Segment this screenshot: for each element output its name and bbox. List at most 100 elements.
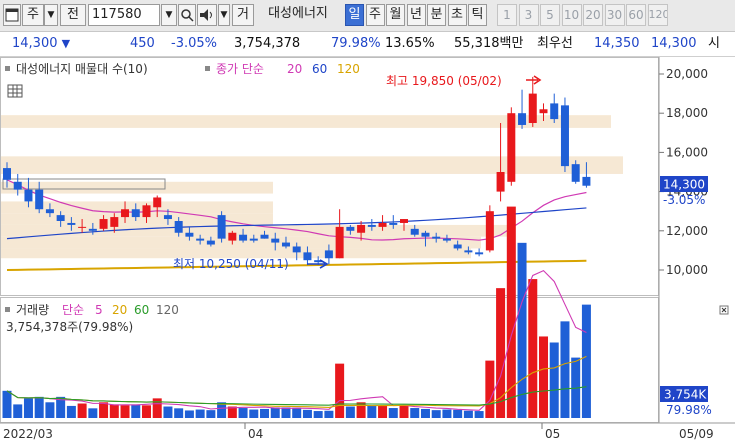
volume-bar [45,402,55,418]
x-tick-label: 05 [545,427,560,440]
volume-ma-60-label: 60 [134,303,149,317]
volume-bar [270,407,280,418]
volume-bar [2,390,12,418]
volume-bar [195,409,205,418]
candle-body [13,181,22,190]
volume-bar [420,408,430,418]
volume-bar [141,405,151,418]
volume-bar [463,410,473,418]
candle-body [99,219,108,229]
candle-body [88,228,97,231]
volume-bar [345,406,355,418]
window-icon[interactable] [3,4,21,26]
speaker-chevron-icon[interactable]: ▼ [218,4,230,26]
volume-value: 3,754,378 [234,36,301,51]
stock-code-input[interactable]: 117580 [88,4,160,26]
volume-bar [367,405,377,418]
x-tick-label: 05/09 [679,427,714,440]
tick-count-30[interactable]: 30 [604,4,625,26]
period-tab-3[interactable]: 년 [406,4,426,26]
candle-body [121,209,130,218]
window-shape [5,8,19,22]
tick-count-60[interactable]: 60 [626,4,646,26]
candle-body [539,109,548,114]
tick-count-20[interactable]: 20 [583,4,603,26]
code-dropdown-icon[interactable]: ▼ [161,4,177,26]
period-tab-2[interactable]: 월 [386,4,405,26]
candle-body [110,217,119,227]
candle-body [410,228,419,235]
period-tab-0[interactable]: 일 [345,4,364,26]
price-value: 14,300 [12,36,58,51]
volume-bar [378,405,388,418]
volume-bar [560,321,570,418]
search-icon[interactable] [178,4,196,26]
x-tick-label: 2022/03 [3,427,53,440]
mode-button[interactable]: 거 [232,4,254,26]
volume-bar [356,402,366,418]
quote-bar: 14,300 ▼ 450 -3.05% 3,754,378 79.98% 13.… [0,32,735,57]
volume-bar [99,402,109,418]
ma-120-label: 120 [337,62,360,76]
volume-profile-band [1,224,511,237]
volume-panel-title: 거래량 [16,303,49,317]
tick-count-5[interactable]: 5 [540,4,560,26]
period-tab-6[interactable]: 틱 [468,4,487,26]
volume-bar [77,403,87,418]
volume-bar [88,408,98,418]
period-tab-5[interactable]: 초 [447,4,467,26]
turnover-rate: 13.65% [385,36,435,51]
candle-body [528,93,537,123]
candle-body [560,105,569,167]
speaker-icon[interactable] [197,4,217,26]
volume-bar [249,409,259,418]
candle-body [453,244,462,249]
candle-body [496,172,505,192]
volume-ma-5-label: 5 [95,303,103,317]
candle-body [67,222,76,225]
volume-bar [174,408,184,418]
panel-bullet-icon [5,66,10,71]
price-change: 450 [130,36,155,51]
candle-body [271,238,280,243]
stock-chart[interactable]: 20,00018,00016,00014,00012,00010,000 20,… [0,57,735,440]
price-tag-value: 14,300 [663,178,705,192]
volume-bar [302,409,312,418]
tick-count-10[interactable]: 10 [561,4,582,26]
volume-bar [13,404,23,418]
volume-bar [66,405,76,418]
ma-60-label: 60 [312,62,327,76]
tick-count-1[interactable]: 1 [497,4,517,26]
magnifier-shape [181,9,194,22]
candle-body [582,176,591,186]
candle-body [3,168,11,180]
volume-bar [335,363,345,418]
ma-120-line [6,259,587,271]
menu-dropdown[interactable]: 주 [22,4,44,26]
candle-body [217,215,226,239]
candle-body [206,240,215,245]
volume-bar [485,360,495,418]
volume-bar [388,408,398,418]
volume-tag-value: 3,754K [664,388,707,402]
volume-bar [474,411,484,418]
jeon-button[interactable]: 전 [60,4,86,26]
tick-count-120[interactable]: 120 [647,4,668,26]
tail-label: 시 [708,36,720,51]
stock-name-display: 대성에너지 [268,6,328,21]
best-ask-value: 14,350 [594,36,640,51]
high-annotation: 최고 19,850 (05/02) [386,74,502,88]
period-tab-4[interactable]: 분 [427,4,446,26]
x-tick-label: 04 [248,427,263,440]
menu-chevron-down-icon[interactable]: ▼ [44,4,58,26]
volume-bar [581,304,591,418]
volume-bar [506,206,516,418]
candle-body [518,113,527,125]
price-tick-label: 20,000 [666,67,708,81]
period-tab-1[interactable]: 주 [365,4,385,26]
candle-body [432,236,441,239]
volume-bar [260,408,270,418]
chart-settings-icon[interactable] [7,84,23,98]
candle-body [78,226,87,228]
tick-count-3[interactable]: 3 [518,4,539,26]
